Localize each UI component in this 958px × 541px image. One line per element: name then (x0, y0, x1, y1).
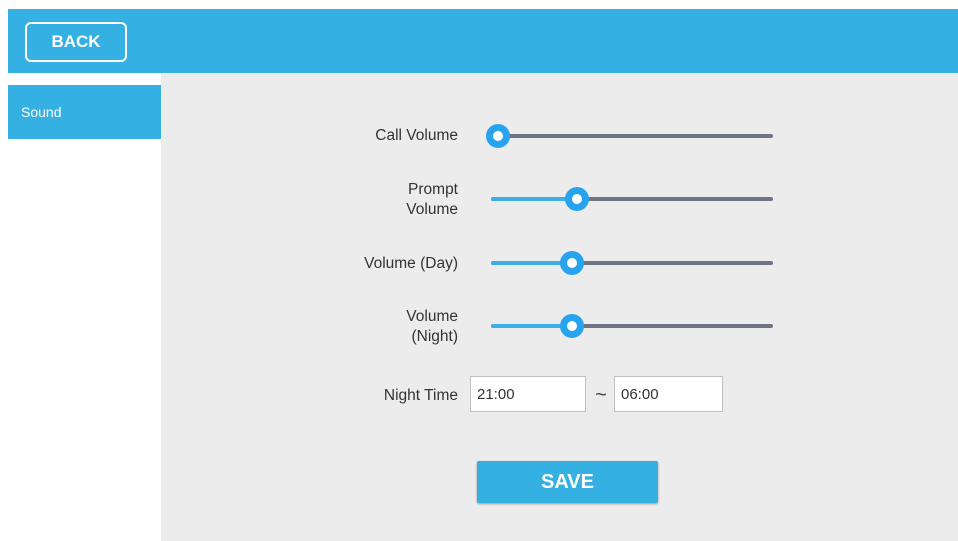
volume-night-slider[interactable] (483, 314, 775, 338)
prompt-volume-label: Prompt Volume (406, 181, 458, 218)
volume-night-label: Volume (Night) (406, 308, 458, 345)
volume-day-label: Volume (Day) (364, 255, 458, 272)
back-button[interactable]: BACK (25, 22, 127, 62)
app-frame: BACK Sound Call Volume Prompt Volume Volu… (8, 9, 958, 541)
time-range-separator: ~ (595, 384, 607, 406)
slider-thumb[interactable] (486, 124, 510, 148)
call-volume-label: Call Volume (375, 127, 458, 144)
night-time-label: Night Time (383, 387, 458, 404)
volume-day-slider[interactable] (483, 251, 775, 275)
night-start-input[interactable]: 21:00 (470, 376, 586, 412)
slider-thumb[interactable] (559, 251, 584, 275)
slider-thumb[interactable] (559, 314, 584, 338)
save-button[interactable]: SAVE (477, 461, 658, 503)
sidebar-item-label: Sound (21, 104, 62, 120)
top-bar: BACK (8, 9, 958, 73)
slider-track (491, 134, 773, 138)
prompt-volume-slider[interactable] (483, 187, 775, 211)
call-volume-slider[interactable] (483, 124, 775, 148)
sidebar: Sound (8, 73, 161, 541)
night-end-input[interactable]: 06:00 (614, 376, 723, 412)
sidebar-item-sound[interactable]: Sound (8, 85, 161, 139)
slider-thumb[interactable] (565, 187, 590, 211)
